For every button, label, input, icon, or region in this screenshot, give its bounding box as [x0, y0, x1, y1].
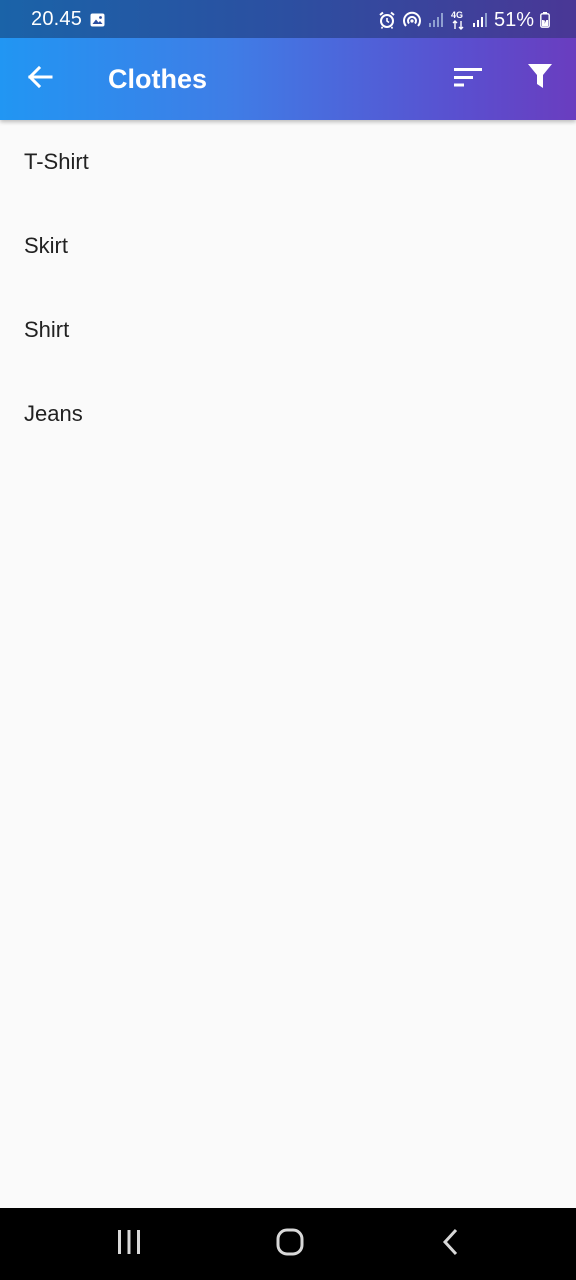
app-bar: Clothes [0, 38, 576, 120]
battery-percent: 51% [493, 9, 534, 31]
status-bar: 20.45 4G 51% [0, 0, 576, 38]
nav-back-button[interactable] [421, 1220, 481, 1268]
sort-button[interactable] [448, 59, 488, 99]
list-item-label: Skirt [24, 233, 68, 258]
recents-button[interactable] [99, 1220, 159, 1268]
list-item[interactable]: Skirt [0, 204, 576, 288]
sort-icon [454, 67, 482, 92]
home-icon [275, 1227, 305, 1262]
status-time: 20.45 [31, 8, 83, 30]
arrow-back-icon [27, 65, 53, 94]
system-nav-bar [0, 1208, 576, 1280]
clothes-list: T-Shirt Skirt Shirt Jeans [0, 120, 576, 456]
list-item-label: Shirt [24, 317, 70, 342]
home-button[interactable] [260, 1220, 320, 1268]
signal-icon [428, 12, 444, 28]
page-title: Clothes [108, 64, 208, 94]
battery-icon [540, 12, 550, 28]
list-item-label: T-Shirt [24, 149, 89, 174]
signal-icon [472, 12, 488, 28]
network-4g-icon: 4G [450, 9, 466, 31]
filter-button[interactable] [520, 59, 560, 99]
list-item-label: Jeans [24, 401, 83, 426]
top-bar: 20.45 4G 51% Clothes [0, 0, 576, 120]
status-icons: 4G 51% [378, 9, 550, 31]
back-button[interactable] [20, 59, 60, 99]
list-item[interactable]: Shirt [0, 288, 576, 372]
filter-icon [528, 63, 552, 95]
hotspot-icon [402, 11, 422, 29]
svg-text:4G: 4G [451, 10, 463, 20]
list-item[interactable]: T-Shirt [0, 120, 576, 204]
list-item[interactable]: Jeans [0, 372, 576, 456]
recents-icon [116, 1229, 142, 1260]
gallery-icon [90, 13, 105, 27]
back-icon [441, 1228, 461, 1261]
alarm-icon [378, 11, 396, 29]
